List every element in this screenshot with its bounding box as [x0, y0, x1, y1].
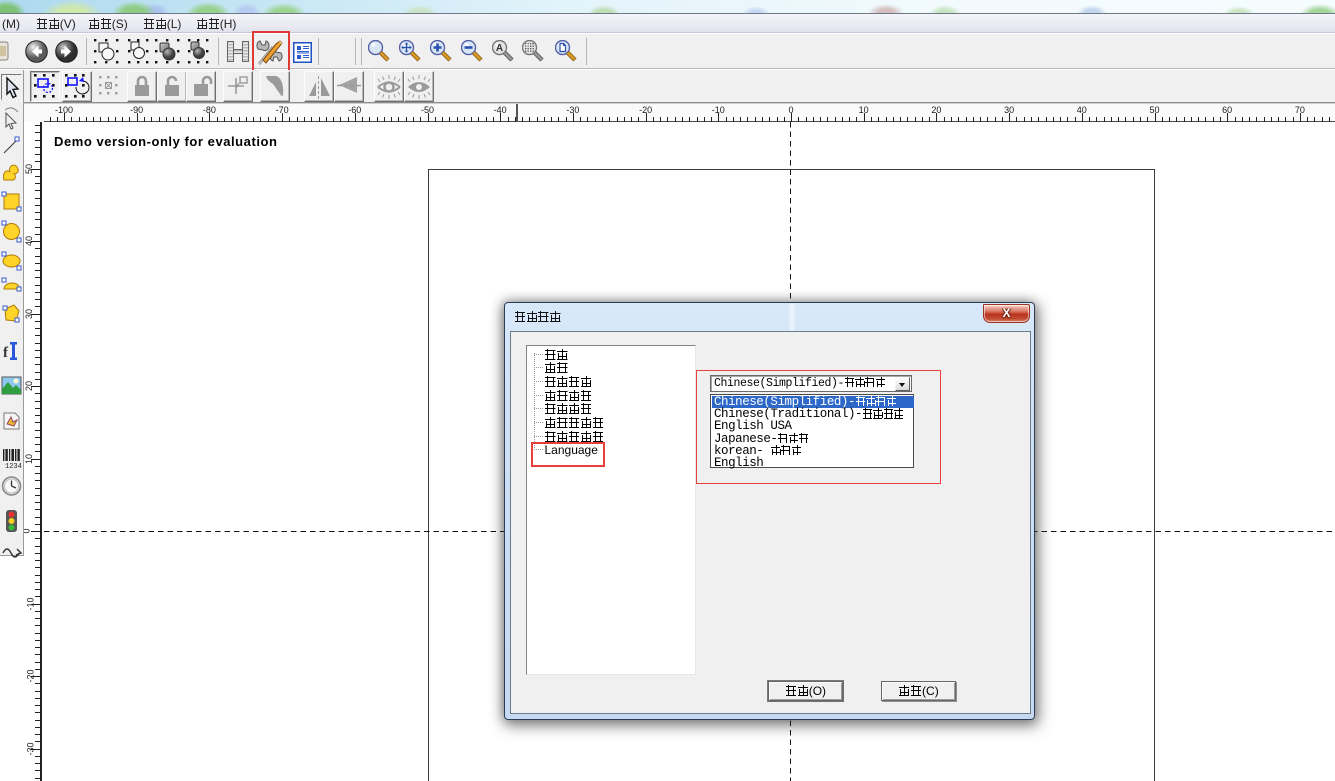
svg-text:A: A: [495, 43, 502, 54]
svg-text:f: f: [3, 345, 9, 361]
svg-text:1234: 1234: [5, 463, 22, 470]
